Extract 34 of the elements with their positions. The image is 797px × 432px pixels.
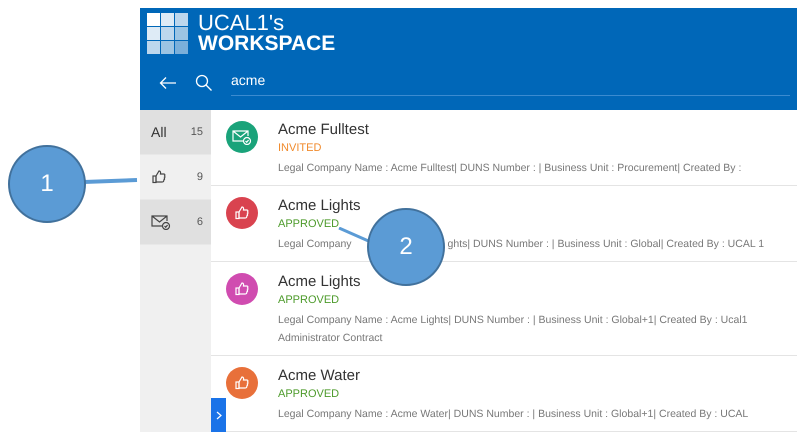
search-icon: [195, 74, 213, 92]
status-label: APPROVED: [278, 217, 340, 232]
filter-tab[interactable]: All 15: [140, 110, 211, 155]
company-name: Acme Fulltest: [278, 120, 370, 140]
status-label: APPROVED: [278, 293, 340, 308]
company-details: ghts| DUNS Number : | Business Unit : Global| Created By : UCAL 1: [448, 237, 764, 252]
thumbs-up-icon: [234, 205, 250, 221]
expand-sidebar-button[interactable]: [211, 398, 226, 432]
grid-logo-icon: [147, 12, 188, 54]
company-name: Acme Lights: [278, 272, 362, 292]
thumbs-up-icon: [151, 169, 167, 185]
callout-badge: 2: [367, 208, 445, 286]
callout-badge: 1: [8, 145, 86, 223]
status-label: APPROVED: [278, 387, 340, 402]
company-details: Legal Company Name : Acme Lights| DUNS Number : | Business Unit : Global+1| Created By : Ucal1: [278, 313, 748, 328]
result-row[interactable]: Acme Fulltest INVITED Legal Company Name : Acme Fulltest| DUNS Number : | Business Unit : Procurement| Created By :: [211, 110, 797, 186]
envelope-check-icon: [151, 214, 171, 230]
status-label: INVITED: [278, 141, 322, 156]
company-name: Acme Water: [278, 366, 361, 386]
company-details: Legal Company Name : Acme Fulltest| DUNS Number : | Business Unit : Procurement| Created By :: [278, 161, 742, 176]
company-name: Acme Lights: [278, 196, 362, 216]
company-details: Legal Company Name : Acme Water| DUNS Number : | Business Unit : Global+1| Created By : UCAL: [278, 407, 748, 422]
chevron-right-icon: [216, 410, 222, 420]
company-details: Legal Company: [278, 237, 352, 252]
workspace-subtitle: WORKSPACE: [198, 33, 336, 54]
envelope-check-icon: [232, 129, 252, 145]
filter-tab[interactable]: 6: [140, 200, 211, 245]
thumbs-up-icon: [234, 375, 250, 391]
back-button[interactable]: [159, 76, 177, 90]
workspace-title: UCAL1's: [198, 12, 286, 33]
company-details: Administrator Contract: [278, 331, 384, 346]
thumbs-up-icon: [234, 281, 250, 297]
callout-leader-line: [84, 177, 138, 185]
search-field[interactable]: acme: [231, 70, 790, 96]
